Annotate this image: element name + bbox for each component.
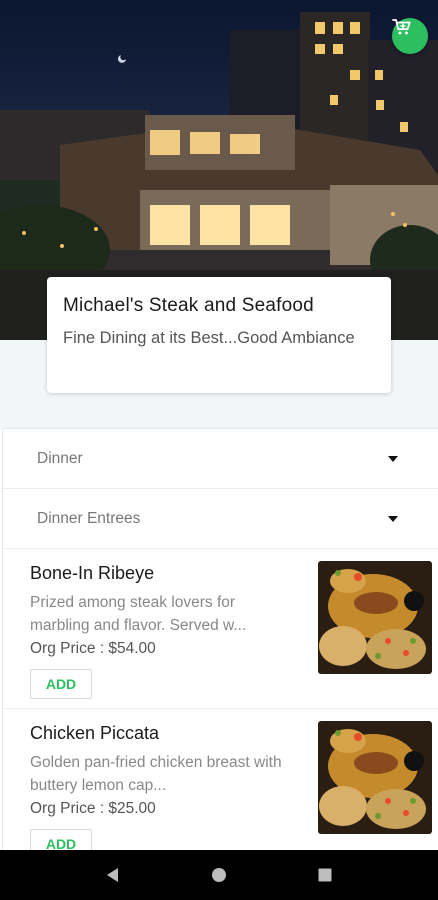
menu-item[interactable]: Bone-In Ribeye Prized among steak lovers… xyxy=(3,549,438,709)
restaurant-name: Michael's Steak and Seafood xyxy=(63,295,314,316)
add-button[interactable]: ADD xyxy=(30,669,92,699)
item-price: Org Price : $25.00 xyxy=(30,800,156,817)
cart-button[interactable] xyxy=(392,18,428,54)
category-select[interactable]: Dinner Entrees xyxy=(3,489,438,549)
restaurant-tagline: Fine Dining at its Best...Good Ambiance xyxy=(63,329,355,347)
restaurant-info-card: Michael's Steak and Seafood Fine Dining … xyxy=(47,277,391,393)
menu-type-select[interactable]: Dinner xyxy=(3,429,438,489)
recents-icon xyxy=(318,868,332,882)
add-button[interactable]: ADD xyxy=(30,829,92,850)
caret-down-icon xyxy=(388,455,398,462)
item-image[interactable] xyxy=(318,721,432,834)
menu-panel: Dinner Dinner Entrees Bone-In Ribeye Pri… xyxy=(2,428,438,850)
item-title: Chicken Piccata xyxy=(30,723,160,743)
item-description: Prized among steak lovers for marbling a… xyxy=(30,594,247,634)
menu-type-value: Dinner xyxy=(37,449,83,467)
menu-item[interactable]: Chicken Piccata Golden pan-fried chicken… xyxy=(3,709,438,850)
food-photo xyxy=(318,721,432,834)
category-value: Dinner Entrees xyxy=(37,509,141,527)
food-photo xyxy=(318,561,432,674)
system-nav-bar xyxy=(0,850,438,900)
recents-button[interactable] xyxy=(305,855,345,895)
cart-icon xyxy=(392,19,411,35)
item-image[interactable] xyxy=(318,561,432,674)
home-button[interactable] xyxy=(199,855,239,895)
caret-down-icon xyxy=(388,515,398,522)
item-title: Bone-In Ribeye xyxy=(30,563,155,583)
item-description: Golden pan-fried chicken breast with but… xyxy=(30,754,282,794)
item-price: Org Price : $54.00 xyxy=(30,640,156,657)
back-button[interactable] xyxy=(93,855,133,895)
home-icon xyxy=(212,868,226,882)
back-icon xyxy=(107,868,118,882)
